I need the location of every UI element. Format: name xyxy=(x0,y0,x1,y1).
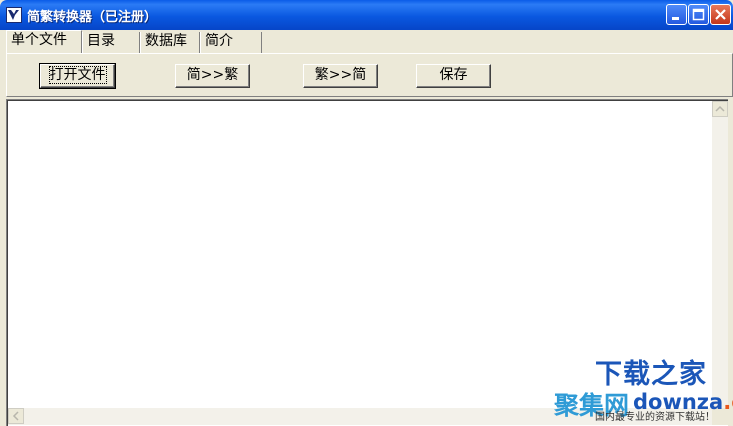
save-label: 保存 xyxy=(439,67,468,83)
close-button[interactable] xyxy=(710,4,731,25)
tab-directory[interactable]: 目录 xyxy=(82,32,140,53)
title-bar[interactable]: 简繁转换器（已注册） xyxy=(0,0,733,30)
close-icon xyxy=(715,9,726,20)
scroll-up-button[interactable] xyxy=(712,101,728,117)
s2t-label: 简>>繁 xyxy=(186,67,239,83)
t2s-label: 繁>>简 xyxy=(314,67,367,83)
tab-about[interactable]: 简介 xyxy=(200,32,262,53)
traditional-to-simplified-button[interactable]: 繁>>简 xyxy=(303,64,378,88)
watermark-slogan: 国内最专业的资源下载站！ xyxy=(595,412,715,423)
watermark-url-tail: .cn xyxy=(723,390,733,414)
chevron-left-icon xyxy=(12,411,19,421)
simplified-to-traditional-button[interactable]: 简>>繁 xyxy=(175,64,250,88)
scroll-left-button[interactable] xyxy=(8,408,24,424)
tab-single-file[interactable]: 单个文件 xyxy=(6,30,82,53)
maximize-button[interactable] xyxy=(688,4,709,25)
v-logo-icon[interactable] xyxy=(6,7,22,23)
minimize-button[interactable] xyxy=(666,4,687,25)
minimize-icon xyxy=(672,17,679,20)
tab-database[interactable]: 数据库 xyxy=(140,32,200,53)
toolbar-panel: 打开文件 简>>繁 繁>>简 保存 xyxy=(6,53,733,97)
save-button[interactable]: 保存 xyxy=(416,64,491,88)
chevron-up-icon xyxy=(715,105,725,112)
window-title: 简繁转换器（已注册） xyxy=(27,10,158,25)
open-file-label: 打开文件 xyxy=(48,66,107,84)
tab-strip: 单个文件 目录 数据库 简介 xyxy=(6,30,266,53)
watermark: 下载之家 聚集网 downza.cn 国内最专业的资源下载站！ xyxy=(550,350,733,426)
open-file-button[interactable]: 打开文件 xyxy=(39,63,116,89)
maximize-icon xyxy=(692,8,705,21)
